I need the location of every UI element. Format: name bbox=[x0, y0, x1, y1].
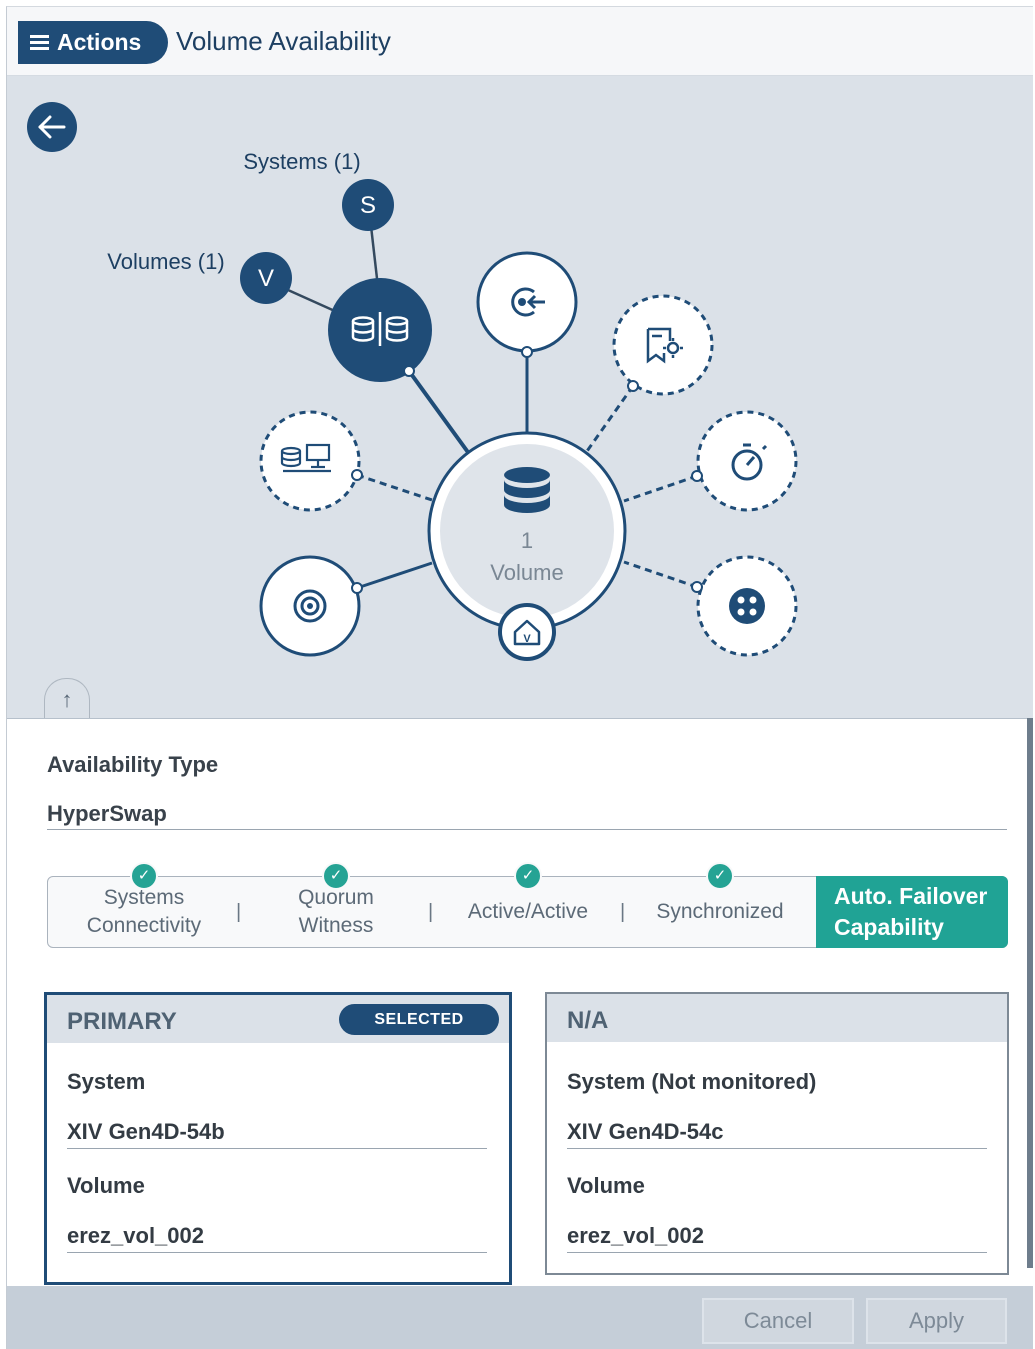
database-icon bbox=[504, 467, 550, 513]
performance-node[interactable] bbox=[691, 410, 798, 512]
home-letter: V bbox=[523, 633, 531, 645]
divider bbox=[47, 829, 1007, 830]
system-value: XIV Gen4D-54c bbox=[567, 1119, 724, 1144]
arrow-up-icon: ↑ bbox=[61, 686, 73, 712]
system-label: System (Not monitored) bbox=[567, 1069, 817, 1094]
step-quorum-witness: ✓ Quorum Witness bbox=[240, 862, 432, 947]
systems-node-letter: S bbox=[360, 192, 376, 219]
card-title: N/A bbox=[567, 1007, 609, 1034]
check-icon: ✓ bbox=[322, 862, 350, 890]
policy-node[interactable] bbox=[612, 294, 714, 396]
system-value: XIV Gen4D-54b bbox=[67, 1119, 225, 1144]
footer-bar: Cancel Apply bbox=[7, 1286, 1033, 1349]
step-synchronized: ✓ Synchronized bbox=[624, 862, 816, 947]
secondary-card[interactable]: N/A System (Not monitored) XIV Gen4D-54c… bbox=[545, 992, 1009, 1275]
scrollbar[interactable] bbox=[1027, 718, 1033, 1268]
volume-value: erez_vol_002 bbox=[567, 1223, 704, 1248]
app-grid-icon bbox=[729, 588, 765, 624]
details-pane: Availability Type HyperSwap ✓ Systems Con… bbox=[7, 718, 1033, 1287]
volumes-node-letter: V bbox=[258, 265, 274, 292]
volume-label: Volume bbox=[67, 1173, 145, 1198]
volume-availability-panel: Actions Volume Availability Systems (1) … bbox=[6, 6, 1033, 1349]
page-title: Volume Availability bbox=[176, 26, 391, 56]
target-node[interactable] bbox=[259, 555, 363, 657]
host-mapping-node[interactable] bbox=[476, 251, 578, 358]
storage-host-node[interactable] bbox=[259, 410, 363, 512]
card-title: PRIMARY bbox=[67, 1008, 177, 1035]
center-volume-node[interactable]: 1 Volume V bbox=[427, 431, 627, 661]
primary-card[interactable]: PRIMARY SELECTED System XIV Gen4D-54b Vo… bbox=[44, 992, 512, 1285]
step-label: Connectivity bbox=[86, 914, 202, 937]
home-volume-badge: V bbox=[498, 603, 556, 661]
actions-label: Actions bbox=[57, 29, 142, 55]
volume-value: erez_vol_002 bbox=[67, 1223, 204, 1248]
card-header: N/A bbox=[547, 994, 1007, 1042]
divider bbox=[67, 1252, 487, 1253]
system-label: System bbox=[67, 1069, 146, 1094]
step-label: Capability bbox=[834, 914, 944, 940]
systems-node-label: Systems (1) bbox=[243, 149, 360, 174]
divider bbox=[567, 1252, 987, 1253]
step-label: Witness bbox=[298, 914, 374, 937]
availability-type-label: Availability Type bbox=[47, 752, 219, 777]
actions-menu-button[interactable]: Actions bbox=[18, 21, 168, 64]
volumes-node-label: Volumes (1) bbox=[107, 249, 224, 274]
back-button[interactable] bbox=[27, 102, 77, 152]
applications-node[interactable] bbox=[691, 555, 798, 657]
selected-badge: SELECTED bbox=[339, 1004, 499, 1035]
systems-node[interactable]: S bbox=[342, 179, 394, 231]
step-label: Active/Active bbox=[467, 900, 589, 923]
step-active-active: ✓ Active/Active bbox=[432, 862, 624, 947]
header-bar: Actions Volume Availability bbox=[7, 7, 1033, 76]
hyperswap-node[interactable] bbox=[328, 278, 432, 382]
volume-label: Volume bbox=[567, 1173, 645, 1198]
step-systems-connectivity: ✓ Systems Connectivity bbox=[48, 862, 240, 947]
topology-view: Systems (1) S Volumes (1) V 1 Volume V bbox=[7, 76, 1033, 718]
check-icon: ✓ bbox=[130, 862, 158, 890]
availability-steps: ✓ Systems Connectivity | ✓ Quorum Witness … bbox=[47, 862, 1008, 948]
check-icon: ✓ bbox=[514, 862, 542, 890]
check-icon: ✓ bbox=[706, 862, 734, 890]
collapse-tab[interactable]: ↑ bbox=[44, 678, 90, 720]
volume-count: 1 bbox=[521, 528, 533, 553]
topology-diagram: Systems (1) S Volumes (1) V 1 Volume V bbox=[27, 102, 798, 661]
divider bbox=[67, 1148, 487, 1149]
volumes-node[interactable]: V bbox=[240, 252, 292, 304]
cancel-button[interactable]: Cancel bbox=[702, 1298, 854, 1344]
hamburger-icon bbox=[30, 34, 49, 51]
apply-button[interactable]: Apply bbox=[866, 1298, 1007, 1344]
step-label: Synchronized bbox=[656, 900, 784, 923]
card-header: PRIMARY SELECTED bbox=[47, 995, 509, 1043]
step-label: Auto. Failover bbox=[834, 883, 988, 909]
divider bbox=[567, 1148, 987, 1149]
availability-type-value: HyperSwap bbox=[47, 801, 167, 826]
volume-label: Volume bbox=[490, 560, 563, 585]
step-auto-failover: Auto. Failover Capability bbox=[816, 876, 1008, 948]
